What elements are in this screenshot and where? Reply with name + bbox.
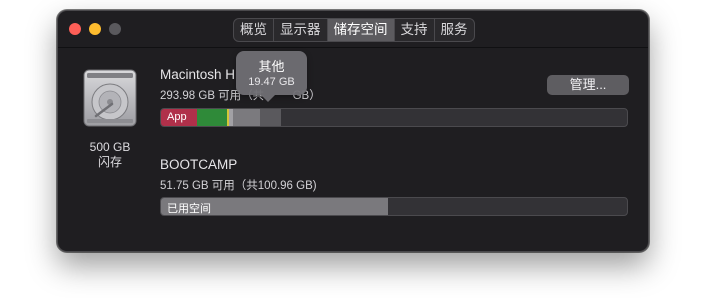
volume-name-macintosh: Macintosh H [160,67,236,82]
tab-support[interactable]: 支持 [395,19,435,41]
segment-system[interactable] [233,109,260,126]
title-bar: 概览 显示器 储存空间 支持 服务 [58,11,648,48]
tooltip-size: 19.47 GB [248,76,295,88]
zoom-button[interactable] [109,23,121,35]
volume-available-text: 293.98 GB 可用 [160,90,242,102]
disk-caption: 500 GB 闪存 [78,140,142,170]
hard-disk-icon [83,69,137,127]
tab-bar: 概览 显示器 储存空间 支持 服务 [233,18,475,42]
tooltip-title: 其他 [258,59,285,74]
segment-used-label: 已用空间 [167,203,211,215]
disk-capacity: 500 GB [89,140,131,154]
segment-documents[interactable] [197,109,227,126]
tab-overview[interactable]: 概览 [234,19,274,41]
segment-other[interactable] [260,109,281,126]
minimize-button[interactable] [89,23,101,35]
volume-available-bootcamp: 51.75 GB 可用（共100.96 GB) [160,180,317,192]
tab-service[interactable]: 服务 [435,19,474,41]
segment-apps-label: App [167,111,187,123]
volume-name-bootcamp: BOOTCAMP [160,157,238,172]
disk-type: 闪存 [97,155,122,169]
storage-bar-bootcamp[interactable]: 已用空间 [160,197,628,216]
manage-button[interactable]: 管理... [547,75,629,95]
storage-tooltip: 其他 19.47 GB [236,51,307,102]
storage-bar-macintosh[interactable]: App [160,108,628,127]
close-button[interactable] [69,23,81,35]
segment-used-space[interactable]: 已用空间 [161,198,388,215]
segment-apps[interactable]: App [161,109,197,126]
tab-displays[interactable]: 显示器 [274,19,328,41]
tab-storage[interactable]: 储存空间 [327,19,395,41]
tooltip-arrow [261,95,275,102]
